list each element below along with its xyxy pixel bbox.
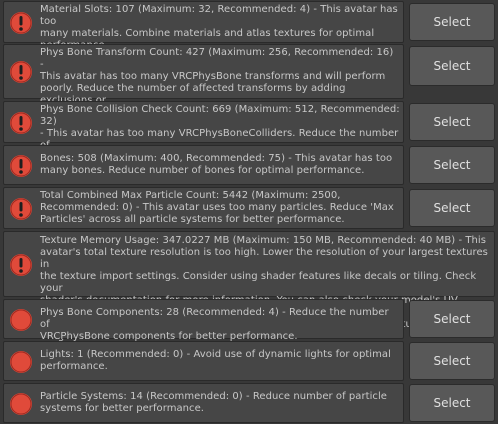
select-button[interactable]: Select	[409, 146, 495, 184]
message-box: Bones: 508 (Maximum: 400, Recommended: 7…	[3, 145, 404, 185]
select-button[interactable]: Select	[409, 189, 495, 227]
message-text: Total Combined Max Particle Count: 5442 …	[40, 190, 394, 225]
message-box: Particle Systems: 14 (Recommended: 0) - …	[3, 383, 404, 423]
select-button[interactable]: Select	[409, 103, 495, 141]
error-exclamation-icon	[9, 111, 33, 135]
message-text: Phys Bone Components: 28 (Recommended: 4…	[40, 307, 389, 342]
message-text: Bones: 508 (Maximum: 400, Recommended: 7…	[40, 153, 393, 176]
message-text: Lights: 1 (Recommended: 0) - Avoid use o…	[40, 349, 391, 372]
warning-row-lights: Lights: 1 (Recommended: 0) - Avoid use o…	[0, 341, 498, 381]
warning-row-phys-bone-transform-count: Phys Bone Transform Count: 427 (Maximum:…	[0, 44, 498, 118]
warning-row-bones: Bones: 508 (Maximum: 400, Recommended: 7…	[0, 145, 498, 185]
error-exclamation-icon	[9, 11, 33, 35]
error-exclamation-icon	[9, 197, 33, 221]
warning-circle-icon	[9, 308, 33, 332]
performance-warnings-panel: Material Slots: 107 (Maximum: 32, Recomm…	[0, 0, 498, 424]
warning-row-texture-memory: Texture Memory Usage: 347.0227 MB (Maxim…	[0, 231, 498, 342]
error-exclamation-icon	[9, 154, 33, 178]
message-box: Total Combined Max Particle Count: 5442 …	[3, 187, 404, 229]
message-box: Material Slots: 107 (Maximum: 32, Recomm…	[3, 1, 404, 51]
message-box: Texture Memory Usage: 347.0227 MB (Maxim…	[3, 231, 495, 342]
select-button[interactable]: Select	[409, 3, 495, 41]
select-button[interactable]: Select	[409, 46, 495, 86]
message-text: Particle Systems: 14 (Recommended: 0) - …	[40, 391, 387, 414]
warning-circle-icon	[9, 350, 33, 374]
select-button[interactable]: Select	[409, 342, 495, 380]
select-button[interactable]: Select	[409, 384, 495, 422]
error-exclamation-icon	[9, 253, 33, 277]
warning-row-phys-bone-collision-check-count: Phys Bone Collision Check Count: 669 (Ma…	[0, 101, 498, 163]
message-box: Phys Bone Transform Count: 427 (Maximum:…	[3, 44, 404, 118]
warning-row-phys-bone-components: Phys Bone Components: 28 (Recommended: 4…	[0, 299, 498, 342]
warning-circle-icon	[9, 392, 33, 416]
select-button[interactable]: Select	[409, 300, 495, 338]
message-box: Phys Bone Components: 28 (Recommended: 4…	[3, 299, 404, 342]
message-box: Phys Bone Collision Check Count: 669 (Ma…	[3, 101, 404, 163]
warning-row-particle-systems: Particle Systems: 14 (Recommended: 0) - …	[0, 383, 498, 423]
warning-row-particle-count: Total Combined Max Particle Count: 5442 …	[0, 187, 498, 229]
message-box: Lights: 1 (Recommended: 0) - Avoid use o…	[3, 341, 404, 381]
warning-row-material-slots: Material Slots: 107 (Maximum: 32, Recomm…	[0, 1, 498, 51]
error-exclamation-icon	[9, 60, 33, 84]
